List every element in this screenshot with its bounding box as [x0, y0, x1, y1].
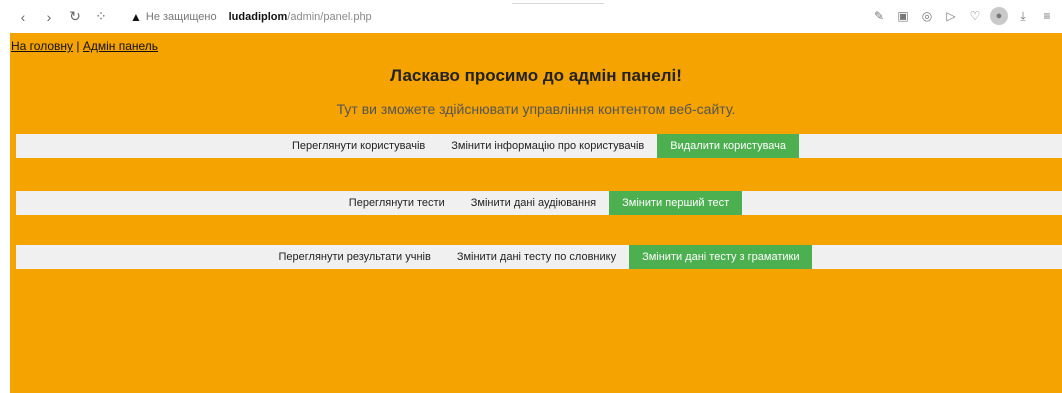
results-menu: Переглянути результати учнів Змінити дан… — [16, 245, 1062, 269]
admin-panel-link[interactable]: Адмін панель — [83, 39, 158, 53]
download-icon[interactable]: ⤓ — [1014, 6, 1032, 26]
edit-users-link[interactable]: Змінити інформацію про користувачів — [438, 134, 657, 158]
browser-toolbar: ‹ › ↻ ⁘ ▲ Не защищено ludadiplom/admin/p… — [0, 0, 1062, 33]
edit-grammar-test-link[interactable]: Змінити дані тесту з граматики — [629, 245, 813, 269]
favorite-icon[interactable]: ♡ — [966, 6, 984, 26]
edit-vocabulary-test-link[interactable]: Змінити дані тесту по словнику — [444, 245, 629, 269]
view-users-link[interactable]: Переглянути користувачів — [279, 134, 438, 158]
address-bar[interactable]: ludadiplom/admin/panel.php — [229, 11, 372, 23]
forward-icon[interactable]: › — [38, 6, 60, 28]
edit-icon[interactable]: ✎ — [870, 6, 888, 26]
tests-menu: Переглянути тести Змінити дані аудіюванн… — [16, 191, 1062, 215]
breadcrumb-separator: | — [76, 39, 80, 53]
shield-icon[interactable]: ◎ — [918, 6, 936, 26]
edit-listening-link[interactable]: Змінити дані аудіювання — [458, 191, 609, 215]
profile-avatar-icon[interactable]: ● — [990, 7, 1008, 25]
apps-grid-icon[interactable]: ⁘ — [90, 6, 112, 28]
security-indicator[interactable]: ▲ Не защищено — [130, 10, 217, 24]
home-link[interactable]: На головну — [11, 39, 73, 53]
send-icon[interactable]: ▷ — [942, 6, 960, 26]
edit-first-test-link[interactable]: Змінити перший тест — [609, 191, 743, 215]
page-title: Ласкаво просимо до адмін панелі! — [390, 66, 682, 85]
url-host: ludadiplom — [228, 10, 288, 23]
security-label: Не защищено — [145, 10, 217, 23]
view-results-link[interactable]: Переглянути результати учнів — [266, 245, 444, 269]
screenshot-icon[interactable]: ▣ — [894, 6, 912, 26]
admin-page: На головну | Адмін панель Ласкаво просим… — [10, 33, 1062, 393]
menu-icon[interactable]: ≡ — [1038, 6, 1056, 26]
users-menu: Переглянути користувачів Змінити інформа… — [16, 134, 1062, 158]
url-path: /admin/panel.php — [287, 10, 372, 23]
back-icon[interactable]: ‹ — [12, 6, 34, 28]
delete-user-link[interactable]: Видалити користувача — [657, 134, 800, 158]
reload-icon[interactable]: ↻ — [64, 6, 86, 28]
view-tests-link[interactable]: Переглянути тести — [336, 191, 458, 215]
tab-strip — [512, 0, 604, 4]
breadcrumb: На головну | Адмін панель — [11, 39, 158, 53]
warning-icon: ▲ — [130, 9, 142, 24]
page-subtitle: Тут ви зможете здійснювати управління ко… — [336, 101, 736, 117]
